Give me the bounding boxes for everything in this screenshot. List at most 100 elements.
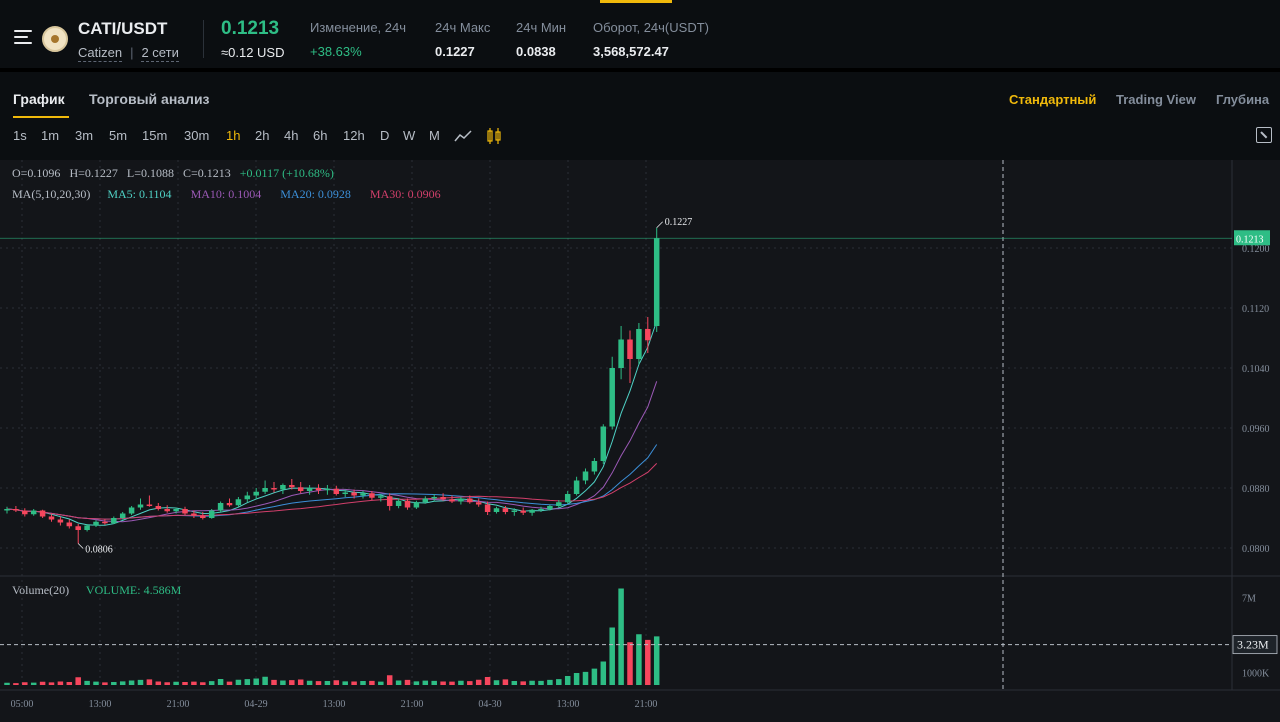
volume-bar — [591, 668, 598, 685]
volume-bar — [511, 681, 518, 685]
legend-open: O=0.1096 — [12, 166, 61, 180]
coin-name[interactable]: Catizen — [78, 45, 123, 62]
interval-1m[interactable]: 1m — [41, 128, 59, 143]
candle-body — [609, 368, 615, 427]
volume-bar — [22, 682, 28, 685]
pair-title[interactable]: CATI/USDT — [78, 19, 167, 39]
candle-body — [253, 491, 259, 496]
candle-body — [57, 519, 64, 523]
change-value: +38.63% — [310, 44, 362, 59]
ma30-line — [6, 463, 658, 520]
interval-12h[interactable]: 12h — [343, 128, 365, 143]
volume-bar — [431, 680, 437, 685]
candle-body — [422, 498, 429, 503]
interval-D[interactable]: D — [380, 128, 389, 143]
candle-body — [128, 507, 135, 514]
candle-body — [449, 499, 455, 502]
pair-subline: Catizen | 2 сети — [78, 45, 179, 62]
interval-15m[interactable]: 15m — [142, 128, 167, 143]
volume-bar — [253, 678, 259, 685]
volume-bar — [226, 681, 233, 685]
volume-bar — [467, 681, 473, 685]
candle-body — [645, 329, 651, 341]
time-tick-label: 21:00 — [401, 699, 424, 710]
legend-ma-label[interactable]: MA(5,10,20,30) — [12, 187, 90, 201]
candle-body — [627, 339, 633, 359]
interval-6h[interactable]: 6h — [313, 128, 327, 143]
volume-bar — [137, 679, 144, 685]
candle-body — [520, 510, 526, 513]
volume-bar — [547, 679, 553, 685]
catizen-logo-icon — [42, 26, 68, 52]
interval-2h[interactable]: 2h — [255, 128, 269, 143]
volume-bar — [4, 682, 10, 685]
volume-bar — [173, 681, 179, 685]
candle-body — [289, 485, 295, 488]
volume-bar — [200, 682, 206, 685]
tab-chart[interactable]: График — [13, 91, 65, 107]
view-tradingview[interactable]: Trading View — [1116, 92, 1196, 107]
tab-trading-analysis[interactable]: Торговый анализ — [89, 91, 210, 107]
high-value: 0.1227 — [435, 44, 475, 59]
interval-5m[interactable]: 5m — [109, 128, 127, 143]
fullscreen-icon[interactable] — [1256, 127, 1272, 143]
last-price: 0.1213 — [221, 18, 280, 39]
legend-volume-value: VOLUME: 4.586M — [85, 583, 182, 597]
time-tick-label: 13:00 — [89, 699, 112, 710]
interval-30m[interactable]: 30m — [184, 128, 209, 143]
candle-body — [591, 461, 598, 472]
networks-link[interactable]: 2 сети — [141, 45, 179, 62]
last-price-tag: 0.1213 — [1236, 234, 1264, 245]
volume-bar — [30, 682, 37, 685]
candle-body — [333, 488, 340, 494]
ma-legend: MA(5,10,20,30) MA5: 0.1104 MA10: 0.1004 … — [12, 187, 447, 202]
low-value: 0.0838 — [516, 44, 556, 59]
price-chart[interactable]: 0.1200 0.1120 0.1040 0.0960 0.0880 0.0800 05:0… — [0, 160, 1280, 722]
low-label: 24ч Мин — [516, 20, 567, 35]
candlestick-icon[interactable] — [486, 127, 502, 145]
volume-bar — [155, 681, 162, 685]
interval-1h[interactable]: 1h — [226, 128, 240, 143]
chart-canvas[interactable]: 0.1200 0.1120 0.1040 0.0960 0.0880 0.0800 05:0… — [0, 160, 1280, 722]
candle-body — [217, 503, 224, 511]
candle-body — [111, 518, 117, 524]
candle-body — [262, 488, 268, 492]
volume-bar — [48, 682, 55, 685]
line-chart-icon[interactable] — [454, 129, 472, 143]
candle-body — [182, 509, 188, 514]
view-standard[interactable]: Стандартный — [1009, 92, 1096, 107]
candle-body — [297, 487, 304, 491]
volume-bar — [84, 680, 90, 685]
volume-bar — [609, 627, 615, 685]
interval-M[interactable]: M — [429, 128, 440, 143]
candle-body — [351, 492, 357, 496]
interval-3m[interactable]: 3m — [75, 128, 93, 143]
menu-icon[interactable] — [14, 30, 32, 44]
legend-close: C=0.1213 — [182, 166, 231, 180]
candle-body — [84, 525, 90, 530]
high-marker-label: 0.1227 — [665, 217, 693, 228]
volume-bar — [422, 680, 429, 685]
candle-body — [137, 504, 144, 508]
candle-body — [467, 498, 473, 503]
candle-body — [315, 488, 322, 491]
volume-bar — [556, 679, 562, 685]
view-depth[interactable]: Глубина — [1216, 92, 1269, 107]
volume-bar — [182, 682, 188, 685]
interval-bar: 1s 1m 3m 5m 15m 30m 1h 2h 4h 6h 12h D W … — [0, 124, 1280, 148]
interval-4h[interactable]: 4h — [284, 128, 298, 143]
candle-body — [75, 526, 81, 530]
interval-1s[interactable]: 1s — [13, 128, 27, 143]
time-tick-label: 13:00 — [323, 699, 346, 710]
time-tick-label: 13:00 — [557, 699, 580, 710]
candle-body — [431, 497, 437, 499]
volume-bar — [324, 681, 331, 685]
volume-bar — [369, 680, 375, 685]
candle-body — [39, 510, 46, 517]
volume-bar — [653, 636, 660, 685]
candle-body — [386, 496, 393, 506]
volume-bar — [146, 679, 153, 685]
legend-volume-label[interactable]: Volume(20) — [12, 583, 69, 597]
volume-bar — [582, 671, 589, 685]
interval-W[interactable]: W — [403, 128, 415, 143]
